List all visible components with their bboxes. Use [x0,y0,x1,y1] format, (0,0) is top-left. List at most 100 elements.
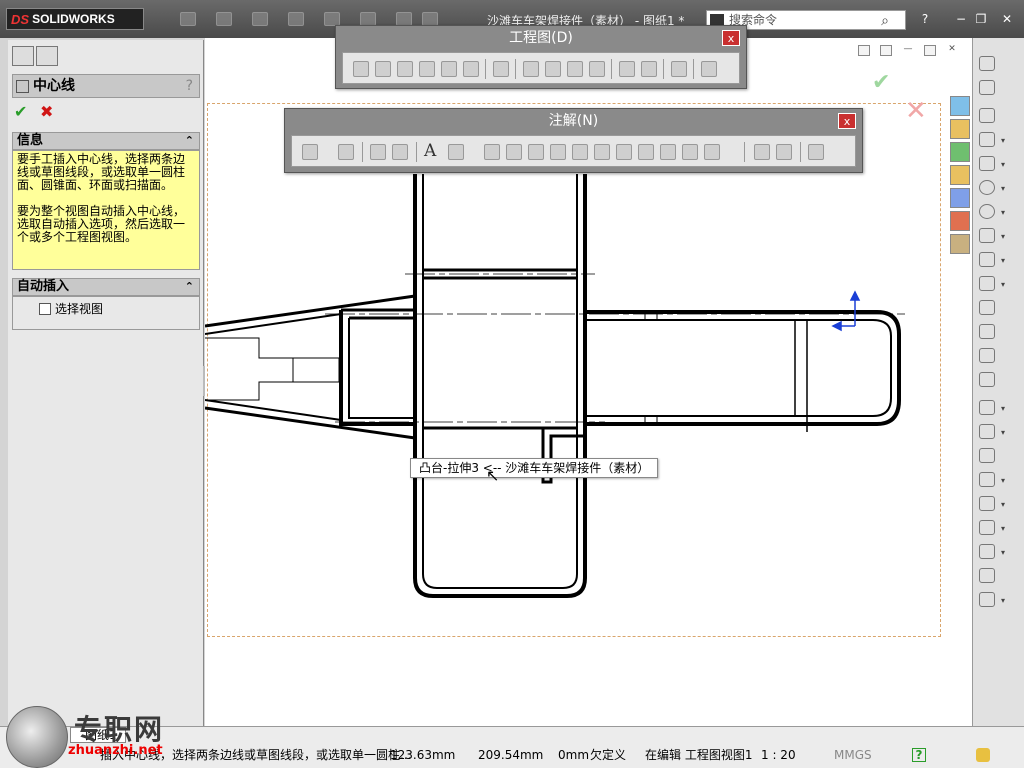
drawing-toolbar-title[interactable]: 工程图(D) [336,26,746,50]
convert-entities-icon[interactable] [979,424,995,439]
polygon-icon[interactable] [979,300,995,315]
collapse-icon[interactable]: ⌃ [185,133,194,149]
standard-views-icon[interactable] [493,61,509,77]
arc-icon[interactable] [979,204,995,219]
mirror-icon[interactable] [979,472,995,487]
dropdown-icon[interactable]: ▾ [1001,500,1005,509]
doc-restore-icon[interactable] [924,45,936,56]
design-library-tab-icon[interactable] [950,142,970,162]
unit-system[interactable]: MMGS [834,744,872,766]
text-icon[interactable] [979,372,995,387]
projected-view-icon[interactable] [375,61,391,77]
dropdown-icon[interactable]: ▾ [1001,596,1005,605]
centerline-sketch-icon[interactable] [979,348,995,363]
auxiliary-view-icon[interactable] [397,61,413,77]
sheet-icon[interactable] [671,61,687,77]
confirm-ok-icon[interactable]: ✔ [872,70,890,95]
undo-icon[interactable] [324,12,340,26]
line-icon[interactable] [979,108,995,123]
solidworks-logo[interactable]: DS SOLIDWORKS [6,8,144,30]
view-layout-icon[interactable] [880,45,892,56]
select-icon[interactable] [360,12,376,26]
dropdown-icon[interactable]: ▾ [1001,280,1005,289]
datum-target-icon[interactable] [616,144,632,160]
auto-balloon-icon[interactable] [506,144,522,160]
break-view-icon[interactable] [523,61,539,77]
save-icon[interactable] [252,12,268,26]
new-document-icon[interactable] [180,12,196,26]
view-layout-icon[interactable] [858,45,870,56]
annotation-toolbar-title[interactable]: 注解(N) [285,109,862,133]
auto-insert-section-header[interactable]: 自动插入 ⌃ [12,278,200,296]
trim-icon[interactable] [979,400,995,415]
revision-symbol-icon[interactable] [660,144,676,160]
alternate-position-icon[interactable] [567,61,583,77]
empty-view-icon[interactable] [619,61,635,77]
note-icon[interactable]: A [424,141,436,161]
confirm-cancel-icon[interactable]: ✕ [905,96,927,126]
format-painter-icon[interactable] [392,144,408,160]
block-icon[interactable] [704,144,720,160]
linear-note-pattern-icon[interactable] [448,144,464,160]
centerline-tool-icon[interactable] [776,144,792,160]
minimize-button[interactable]: − [954,12,968,26]
resources-tab-icon[interactable] [950,96,970,116]
info-section-header[interactable]: 信息 ⌃ [12,132,200,150]
relative-view-icon[interactable] [589,61,605,77]
dropdown-icon[interactable]: ▾ [1001,524,1005,533]
tag-icon[interactable] [976,748,990,762]
center-mark-icon[interactable] [754,144,770,160]
restore-button[interactable]: ❐ [974,12,988,26]
dropdown-icon[interactable]: ▾ [1001,548,1005,557]
pm-help-icon[interactable]: ? [186,75,193,97]
slot-icon[interactable] [979,156,995,171]
weld-symbol-icon[interactable] [550,144,566,160]
feature-tree-tab-icon[interactable] [12,46,34,66]
collapse-icon[interactable]: ⌃ [185,279,194,295]
ellipse-icon[interactable] [979,252,995,267]
balloon-icon[interactable] [484,144,500,160]
display-relations-icon[interactable] [979,544,995,559]
fillet-icon[interactable] [979,276,995,291]
dropdown-icon[interactable]: ▾ [1001,404,1005,413]
dropdown-icon[interactable]: ▾ [1001,184,1005,193]
update-views-icon[interactable] [701,61,717,77]
spell-check-icon[interactable] [370,144,386,160]
circle-icon[interactable] [979,180,995,195]
doc-close-icon[interactable]: ✕ [946,45,958,56]
predefined-view-icon[interactable] [641,61,657,77]
crop-view-icon[interactable] [545,61,561,77]
open-icon[interactable] [216,12,232,26]
linear-pattern-icon[interactable] [979,496,995,511]
rectangle-icon[interactable] [979,132,995,147]
surface-finish-icon[interactable] [528,144,544,160]
view-palette-tab-icon[interactable] [950,188,970,208]
home-tab-icon[interactable] [950,119,970,139]
model-items-icon[interactable] [338,144,354,160]
table-icon[interactable] [808,144,824,160]
doc-minimize-icon[interactable]: — [902,45,914,56]
dropdown-icon[interactable]: ▾ [1001,160,1005,169]
quick-snaps-icon[interactable] [979,592,995,607]
options-icon[interactable] [422,12,438,26]
custom-properties-tab-icon[interactable] [950,234,970,254]
dropdown-icon[interactable]: ▾ [1001,208,1005,217]
dropdown-icon[interactable]: ▾ [1001,136,1005,145]
search-icon[interactable]: ⌕ [881,12,889,30]
hole-callout-icon[interactable] [638,144,654,160]
dropdown-icon[interactable]: ▾ [1001,232,1005,241]
smart-dimension-tool-icon[interactable] [979,80,995,95]
rebuild-icon[interactable] [396,12,412,26]
offset-entities-icon[interactable] [979,448,995,463]
spline-icon[interactable] [979,228,995,243]
print-icon[interactable] [288,12,304,26]
annotation-toolbar-close-button[interactable]: x [838,113,856,129]
help-button[interactable]: ? [918,12,932,26]
property-manager-tab-icon[interactable] [36,46,58,66]
repair-sketch-icon[interactable] [979,568,995,583]
select-view-checkbox[interactable] [39,303,51,315]
drawing-toolbar-close-button[interactable]: x [722,30,740,46]
geometric-tolerance-icon[interactable] [572,144,588,160]
file-explorer-tab-icon[interactable] [950,165,970,185]
appearances-tab-icon[interactable] [950,211,970,231]
